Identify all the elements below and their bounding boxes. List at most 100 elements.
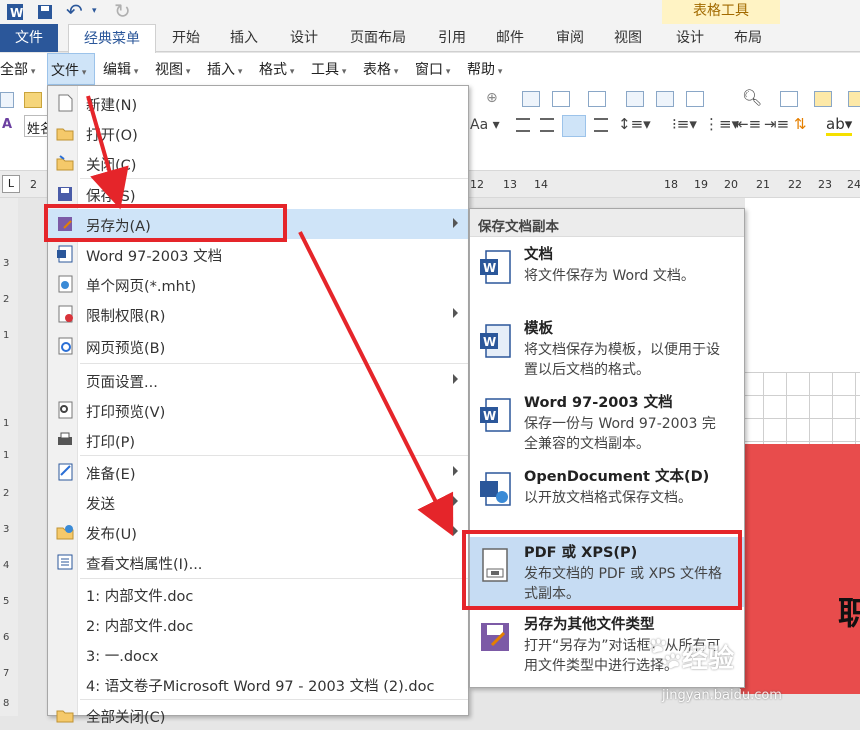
vruler-tick: 4: [3, 560, 10, 571]
web-preview-icon: [58, 337, 73, 355]
vruler-tick: 1: [3, 450, 10, 461]
save-as-word97[interactable]: W Word 97-2003 文档 保存一份与 Word 97-2003 完全兼…: [470, 387, 744, 459]
close-folder-icon: [56, 155, 74, 171]
tab-home[interactable]: 开始: [164, 24, 208, 52]
save-as-odt[interactable]: OpenDocument 文本(D) 以开放文档格式保存文档。: [470, 461, 744, 533]
close-all-icon: [56, 710, 74, 723]
sort-icon[interactable]: ⇅: [794, 115, 807, 133]
tab-references[interactable]: 引用: [430, 24, 474, 52]
menubar-help[interactable]: 帮助: [467, 53, 502, 85]
tab-design[interactable]: 设计: [282, 24, 326, 52]
menubar-edit[interactable]: 编辑: [103, 53, 138, 85]
ruler-tick: 2: [30, 178, 37, 191]
menu-item-properties[interactable]: 查看文档属性(I)...: [48, 547, 468, 577]
menu-item-prepare[interactable]: 准备(E): [48, 457, 468, 487]
menu-item-open[interactable]: 打开(O): [48, 118, 468, 148]
save-as-document[interactable]: W 文档 将文件保存为 Word 文档。: [470, 239, 744, 309]
font-name-input[interactable]: 姓名: [24, 115, 48, 137]
menubar-view[interactable]: 视图: [155, 53, 190, 85]
tab-view[interactable]: 视图: [606, 24, 650, 52]
ruler-tick: 21: [756, 178, 770, 191]
menu-item-new[interactable]: 新建(N): [48, 88, 468, 118]
menubar-file[interactable]: 文件: [47, 53, 95, 85]
redo-icon[interactable]: ↻: [114, 0, 131, 23]
menu-item-web-preview[interactable]: 网页预览(B): [48, 331, 468, 361]
menu-item-close-all[interactable]: 全部关闭(C): [48, 700, 468, 730]
menubar-tools[interactable]: 工具: [311, 53, 346, 85]
menu-item-recent-2[interactable]: 2: 内部文件.doc: [48, 609, 468, 639]
tab-review[interactable]: 审阅: [548, 24, 592, 52]
menubar-format[interactable]: 格式: [259, 53, 294, 85]
paw-icon: 🐾︎: [642, 634, 686, 674]
align-center-icon[interactable]: [540, 118, 554, 132]
menu-item-print-preview[interactable]: 打印预览(V): [48, 395, 468, 425]
menu-item-recent-4[interactable]: 4: 语文卷子Microsoft Word 97 - 2003 文档 (2).d…: [48, 669, 468, 699]
file-menu: 新建(N) 打开(O) 关闭(C) 保存(S) 另存为(A) Word 97-2…: [47, 85, 469, 726]
picture-icon[interactable]: [626, 91, 644, 107]
table-icon[interactable]: [588, 91, 606, 107]
paste-icon[interactable]: [814, 91, 832, 107]
tab-selector[interactable]: L: [2, 175, 20, 193]
menu-item-recent-3[interactable]: 3: 一.docx: [48, 639, 468, 669]
print-icon: [58, 432, 72, 445]
select-icon[interactable]: [780, 91, 798, 107]
menu-item-close[interactable]: 关闭(C): [48, 148, 468, 178]
line-spacing-icon[interactable]: ↕≡▾: [618, 115, 651, 133]
table-grid[interactable]: [740, 372, 860, 447]
menu-item-print[interactable]: 打印(P): [48, 425, 468, 455]
chart-icon[interactable]: [656, 91, 674, 107]
highlight-icon[interactable]: ab▾: [826, 115, 853, 136]
link-icon[interactable]: [522, 91, 540, 107]
save-as-template[interactable]: W 模板 将文档保存为模板，以便用于设置以后文档的格式。: [470, 313, 744, 385]
format-painter-icon[interactable]: [848, 91, 860, 107]
menubar-window[interactable]: 窗口: [415, 53, 450, 85]
menubar-table[interactable]: 表格: [363, 53, 398, 85]
ruler-tick: 19: [694, 178, 708, 191]
word-template-icon: W: [480, 324, 511, 358]
menu-item-restrict[interactable]: 限制权限(R): [48, 299, 468, 329]
menu-item-publish[interactable]: 发布(U): [48, 517, 468, 547]
menu-item-word97[interactable]: Word 97-2003 文档: [48, 239, 468, 269]
tab-table-layout[interactable]: 布局: [726, 24, 770, 52]
save-icon[interactable]: [36, 3, 54, 21]
bullets-icon[interactable]: ⁝≡▾: [672, 115, 697, 133]
indent-icon[interactable]: ⇤≡: [736, 115, 761, 133]
save-other-icon: [481, 623, 509, 651]
menu-item-send[interactable]: 发送: [48, 487, 468, 517]
save-icon: [58, 187, 72, 201]
search-icon[interactable]: 🔍︎: [742, 88, 762, 107]
open-icon[interactable]: [24, 92, 42, 108]
new-icon[interactable]: [0, 92, 14, 108]
prepare-icon: [58, 463, 73, 481]
svg-text:W: W: [483, 261, 496, 275]
align-justify-icon[interactable]: [562, 115, 586, 137]
vruler-tick: 5: [3, 596, 10, 607]
ruler-tick: 20: [724, 178, 738, 191]
menubar-insert[interactable]: 插入: [207, 53, 242, 85]
tab-classic-menu[interactable]: 经典菜单: [68, 24, 156, 53]
align-left-icon[interactable]: [516, 118, 530, 132]
numbering-icon[interactable]: ⋮≡▾: [704, 115, 739, 133]
outdent-icon[interactable]: ⇥≡: [764, 115, 789, 133]
menu-item-mht[interactable]: 单个网页(*.mht): [48, 269, 468, 299]
menubar-all[interactable]: 全部: [0, 53, 35, 85]
style-icon[interactable]: A: [2, 117, 12, 132]
border-icon[interactable]: [552, 91, 570, 107]
tab-table-design[interactable]: 设计: [668, 24, 712, 52]
distribute-icon[interactable]: [594, 118, 608, 132]
change-case-icon[interactable]: Aa ▾: [470, 117, 500, 133]
tab-insert[interactable]: 插入: [222, 24, 266, 52]
ruler-tick: 13: [503, 178, 517, 191]
dropdown-icon[interactable]: ⊕: [486, 90, 498, 106]
watermark-url: jingyan.baidu.com: [662, 688, 782, 703]
tab-page-layout[interactable]: 页面布局: [340, 24, 416, 52]
menu-item-page-setup[interactable]: 页面设置...: [48, 365, 468, 395]
undo-icon[interactable]: ↶: [66, 0, 83, 23]
tab-file[interactable]: 文件: [0, 24, 58, 52]
page-canvas[interactable]: [745, 198, 860, 373]
columns-icon[interactable]: [686, 91, 704, 107]
menu-item-recent-1[interactable]: 1: 内部文件.doc: [48, 579, 468, 609]
tab-mailings[interactable]: 邮件: [488, 24, 532, 52]
ruler-tick: 24: [847, 178, 860, 191]
undo-dropdown-icon[interactable]: ▾: [92, 6, 97, 16]
